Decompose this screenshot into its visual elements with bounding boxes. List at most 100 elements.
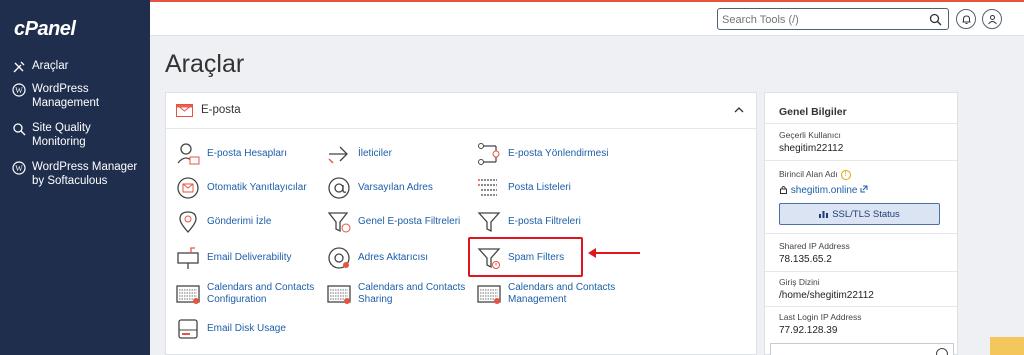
tool-email-filters[interactable]: E-posta Filtreleri [476, 209, 581, 235]
address-importer-icon [328, 247, 350, 269]
spam-filters-highlight [468, 237, 583, 277]
filter-icon [477, 212, 501, 233]
magnifier-icon [13, 123, 26, 136]
tool-label: Calendars and Contacts Configuration [207, 282, 315, 305]
last-login-label: Last Login IP Address [779, 312, 862, 322]
lock-icon [780, 186, 787, 194]
global-filter-icon [327, 212, 351, 233]
disk-usage-icon [178, 319, 198, 339]
tool-label: Calendars and Contacts Management [508, 282, 616, 305]
calendar-config-icon [176, 285, 200, 304]
divider [765, 271, 957, 272]
primary-domain-link[interactable]: shegitim.online [779, 185, 868, 196]
tool-autoresponders[interactable]: Otomatik Yanıtlayıcılar [175, 175, 307, 201]
sidebar-item-site-quality[interactable]: Site Quality Monitoring [12, 121, 142, 149]
tool-mailing-lists[interactable]: Posta Listeleri [476, 175, 571, 201]
tool-email-routing[interactable]: E-posta Yönlendirmesi [476, 141, 608, 167]
email-accounts-icon [177, 143, 200, 165]
notifications-button[interactable] [956, 9, 976, 29]
tool-label: İleticiler [358, 148, 392, 159]
general-info-panel: Genel Bilgiler Geçerli Kullanıcı shegiti… [764, 92, 958, 355]
email-panel-title: E-posta [201, 104, 241, 116]
divider [765, 160, 957, 161]
tool-email-deliverability[interactable]: Email Deliverability [175, 245, 291, 271]
tool-default-address[interactable]: Varsayılan Adres [326, 175, 433, 201]
tool-label: Email Deliverability [207, 252, 292, 263]
chevron-up-icon[interactable] [734, 106, 744, 114]
page-title: Araçlar [165, 50, 245, 78]
search-box[interactable] [717, 8, 949, 30]
mailbox-icon [177, 247, 199, 269]
tool-label: Gönderimi İzle [207, 216, 272, 227]
user-menu-button[interactable] [982, 9, 1002, 29]
shared-ip-label: Shared IP Address [779, 241, 850, 251]
top-header [150, 2, 1024, 36]
bar-chart-icon [819, 211, 829, 218]
mailing-list-icon [478, 179, 497, 196]
sidebar-item-label: Site Quality Monitoring [32, 122, 91, 148]
sidebar-item-label: WordPress Manager by Softaculous [32, 161, 138, 187]
tool-email-disk-usage[interactable]: Email Disk Usage [175, 316, 286, 342]
divider [765, 306, 957, 307]
calendar-manage-icon [477, 285, 501, 304]
warning-icon[interactable]: ! [840, 169, 851, 180]
track-delivery-icon [179, 211, 197, 233]
tool-label: Email Disk Usage [207, 323, 286, 334]
corner-widget[interactable] [990, 337, 1024, 355]
divider [765, 123, 957, 124]
tool-label: Otomatik Yanıtlayıcılar [207, 182, 307, 193]
tool-track-delivery[interactable]: Gönderimi İzle [175, 209, 271, 235]
primary-domain-label-text: Birincil Alan Adı [779, 169, 838, 179]
tool-label: Posta Listeleri [508, 182, 571, 193]
tool-label: Genel E-posta Filtreleri [358, 216, 461, 227]
external-link-icon [860, 185, 868, 193]
tool-label: E-posta Filtreleri [508, 216, 581, 227]
stats-box [770, 343, 954, 355]
sidebar-item-wordpress-manager[interactable]: W WordPress Manager by Softaculous [12, 160, 142, 188]
forwarders-icon [328, 146, 348, 164]
tool-label: Adres Aktarıcısı [358, 252, 429, 263]
tool-calendars-sharing[interactable]: Calendars and Contacts Sharing [326, 281, 468, 307]
primary-domain-label: Birincil Alan Adı! [779, 169, 851, 180]
cpanel-logo[interactable]: cPanel [14, 18, 76, 41]
home-dir-value: /home/shegitim22112 [779, 290, 874, 301]
sidebar-item-label: Araçlar [32, 60, 69, 72]
search-input[interactable] [722, 11, 922, 28]
ssl-tls-status-button[interactable]: SSL/TLS Status [779, 203, 940, 225]
tool-email-accounts[interactable]: E-posta Hesapları [175, 141, 287, 167]
divider [765, 233, 957, 234]
sidebar-item-wordpress-management[interactable]: W WordPress Management [12, 82, 142, 110]
tool-forwarders[interactable]: İleticiler [326, 141, 392, 167]
mail-icon [176, 104, 193, 117]
wordpress-icon: W [12, 161, 26, 175]
tool-calendars-config[interactable]: Calendars and Contacts Configuration [175, 281, 317, 307]
tool-calendars-management[interactable]: Calendars and Contacts Management [476, 281, 618, 307]
sidebar-item-tools[interactable]: Araçlar [12, 59, 142, 74]
primary-domain-value: shegitim.online [790, 185, 858, 196]
current-user-value: shegitim22112 [779, 143, 844, 154]
stats-toggle-icon[interactable] [936, 348, 948, 355]
sidebar: cPanel Araçlar W WordPress Management Si… [0, 0, 150, 355]
info-title: Genel Bilgiler [779, 106, 847, 118]
at-sign-icon [328, 177, 350, 199]
tools-icon [13, 61, 25, 73]
search-icon[interactable] [929, 13, 942, 26]
shared-ip-value: 78.135.65.2 [779, 254, 832, 265]
bell-icon [962, 14, 970, 24]
last-login-value: 77.92.128.39 [779, 325, 838, 336]
svg-text:W: W [15, 86, 23, 95]
arrow-annotation [588, 248, 640, 258]
tool-global-email-filters[interactable]: Genel E-posta Filtreleri [326, 209, 460, 235]
ssl-button-label: SSL/TLS Status [832, 208, 900, 220]
email-routing-icon [478, 143, 500, 165]
tool-address-importer[interactable]: Adres Aktarıcısı [326, 245, 428, 271]
home-dir-label: Giriş Dizini [779, 277, 820, 287]
email-panel-header[interactable]: E-posta [166, 93, 756, 129]
tool-label: Varsayılan Adres [358, 182, 433, 193]
tool-label: Calendars and Contacts Sharing [358, 282, 466, 305]
autoresponder-icon [177, 177, 199, 199]
calendar-share-icon [327, 285, 351, 304]
user-icon [987, 14, 997, 24]
tool-label: E-posta Hesapları [207, 148, 288, 159]
sidebar-item-label: WordPress Management [32, 83, 100, 109]
